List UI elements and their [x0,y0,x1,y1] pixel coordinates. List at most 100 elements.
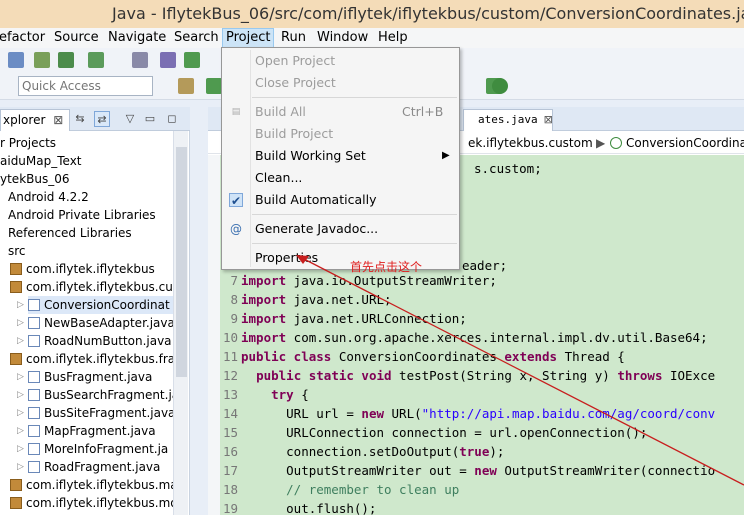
code-line: 16 connection.setDoOutput(true); [220,442,504,461]
menu-help[interactable]: Help [375,28,411,48]
quick-access-input[interactable] [18,76,153,96]
java-file-icon [28,425,40,437]
menu-item-properties[interactable]: Properties [222,247,459,269]
line-number: 15 [222,425,238,440]
perspective-icon[interactable] [178,78,194,94]
package-explorer: xplorer ⊠ ⇆ ⇄ ▽ ▭ ◻ r Projects aiduMap_T… [0,107,190,515]
shortcut-label: Ctrl+B [402,104,444,119]
menu-item-build-automatically[interactable]: ✔ Build Automatically [222,189,459,211]
breadcrumb-package[interactable]: ek.iflytekbus.custom [468,132,593,154]
tree-item-file[interactable]: ▷ MapFragment.java [17,422,156,440]
tree-item-projects[interactable]: r Projects [0,134,56,152]
menu-navigate[interactable]: Navigate [105,28,169,48]
minimize-icon[interactable]: ▭ [142,111,158,127]
run-icon[interactable] [184,52,200,68]
run-last-icon[interactable] [492,78,508,94]
android-sdk-icon[interactable] [58,52,74,68]
expand-icon[interactable]: ▷ [17,386,25,404]
menu-search[interactable]: Search [171,28,222,48]
menu-item-clean[interactable]: Clean... [222,167,459,189]
menu-item-build-working-set[interactable]: Build Working Set ▶ [222,145,459,167]
expand-icon[interactable]: ▷ [17,440,25,458]
menu-run[interactable]: Run [278,28,309,48]
editor-tab-conversioncoordinates[interactable]: ates.java ⊠ [463,109,553,131]
print-icon[interactable] [34,52,50,68]
tree-item-iflytekbus[interactable]: ytekBus_06 [0,170,70,188]
maximize-icon[interactable]: ◻ [164,111,180,127]
tree-item-package[interactable]: com.iflytek.iflytekbus.frag [10,350,183,368]
tree-item-file[interactable]: ▷ RoadNumButton.java [17,332,172,350]
checkbox-icon[interactable] [88,52,104,68]
window-title-bar: Java - IflytekBus_06/src/com/iflytek/ifl… [0,0,744,28]
package-icon [10,263,22,275]
tree-item-baidumap[interactable]: aiduMap_Text [0,152,82,170]
expand-icon[interactable]: ▷ [17,314,25,332]
code-token: IOExce [662,368,716,383]
code-token: ); [489,444,505,459]
tree-item-referenced-libs[interactable]: Referenced Libraries [8,224,132,242]
expand-icon[interactable]: ▷ [17,332,25,350]
submenu-arrow-icon: ▶ [442,150,450,161]
breadcrumb-class[interactable]: ConversionCoordina [626,132,744,154]
code-token: connection.setDoOutput( [241,444,460,459]
menu-bar: efactor Source Navigate Search Project R… [0,28,744,48]
menu-item-generate-javadoc[interactable]: @ Generate Javadoc... [222,218,459,240]
java-perspective-icon[interactable] [206,78,222,94]
menu-item-build-all[interactable]: ▤ Build All Ctrl+B [222,101,459,123]
tree-item-file-selected[interactable]: ▷ ConversionCoordinat [17,296,173,314]
menu-item-build-project[interactable]: Build Project [222,123,459,145]
expand-icon[interactable]: ▷ [17,296,25,314]
code-fragment: s.custom; [474,161,542,176]
tree-item-file[interactable]: ▷ BusFragment.java [17,368,152,386]
scrollbar-thumb[interactable] [176,147,187,377]
expand-icon[interactable]: ▷ [17,368,25,386]
tree-item-file[interactable]: ▷ MoreInfoFragment.ja [17,440,168,458]
code-token: import [241,330,287,345]
view-menu-icon[interactable]: ▽ [122,111,138,127]
menu-item-close-project[interactable]: Close Project [222,72,459,94]
code-token: new [474,463,497,478]
explorer-tab[interactable]: xplorer ⊠ [0,109,70,131]
line-number: 12 [222,368,238,383]
tree-item-src[interactable]: src [8,242,26,260]
menu-item-open-project[interactable]: Open Project [222,50,459,72]
tool-icon[interactable] [132,52,148,68]
tree-item-private-libs[interactable]: Android Private Libraries [8,206,156,224]
tree-item-file[interactable]: ▷ BusSearchFragment.ja [17,386,179,404]
explorer-scrollbar[interactable] [173,131,188,515]
close-icon[interactable]: ⊠ [53,113,63,127]
code-token: java.net.URL; [286,292,392,307]
code-token: testPost(String x, String y) [391,368,618,383]
explorer-header: xplorer ⊠ ⇆ ⇄ ▽ ▭ ◻ [0,107,190,131]
expand-icon[interactable]: ▷ [17,422,25,440]
menu-source[interactable]: Source [51,28,102,48]
tree-item-file[interactable]: ▷ BusSiteFragment.java [17,404,175,422]
menu-project[interactable]: Project [222,28,275,48]
line-number: 13 [222,387,238,402]
tree-item-file[interactable]: ▷ NewBaseAdapter.java [17,314,175,332]
menu-window[interactable]: Window [314,28,371,48]
debug-icon[interactable] [160,52,176,68]
expand-icon[interactable]: ▷ [17,458,25,476]
collapse-all-icon[interactable]: ⇆ [72,111,88,127]
tree-item-package[interactable]: com.iflytek.iflytekbus.ma [10,476,178,494]
expand-icon[interactable]: ▷ [17,404,25,422]
tree-item-package[interactable]: com.iflytek.iflytekbus.mo [10,494,178,512]
tree-item-file[interactable]: ▷ RoadFragment.java [17,458,160,476]
menu-refactor[interactable]: efactor [0,28,48,48]
line-number: 11 [222,349,238,364]
tree-item-package[interactable]: com.iflytek.iflytekbus [10,260,155,278]
link-with-editor-icon[interactable]: ⇄ [94,111,110,127]
line-number: 9 [230,311,238,326]
tree-item-package[interactable]: com.iflytek.iflytekbus.cus [10,278,179,296]
save-icon[interactable] [8,52,24,68]
java-file-icon [28,317,40,329]
code-token: throws [617,368,663,383]
java-file-icon [28,371,40,383]
code-line: 19 out.flush(); [220,499,377,515]
code-token: true [459,444,490,459]
tree-item-android-422[interactable]: Android 4.2.2 [8,188,89,206]
close-icon[interactable]: ⊠ [544,113,553,126]
code-token: java.io.OutputStreamWriter; [286,273,497,288]
